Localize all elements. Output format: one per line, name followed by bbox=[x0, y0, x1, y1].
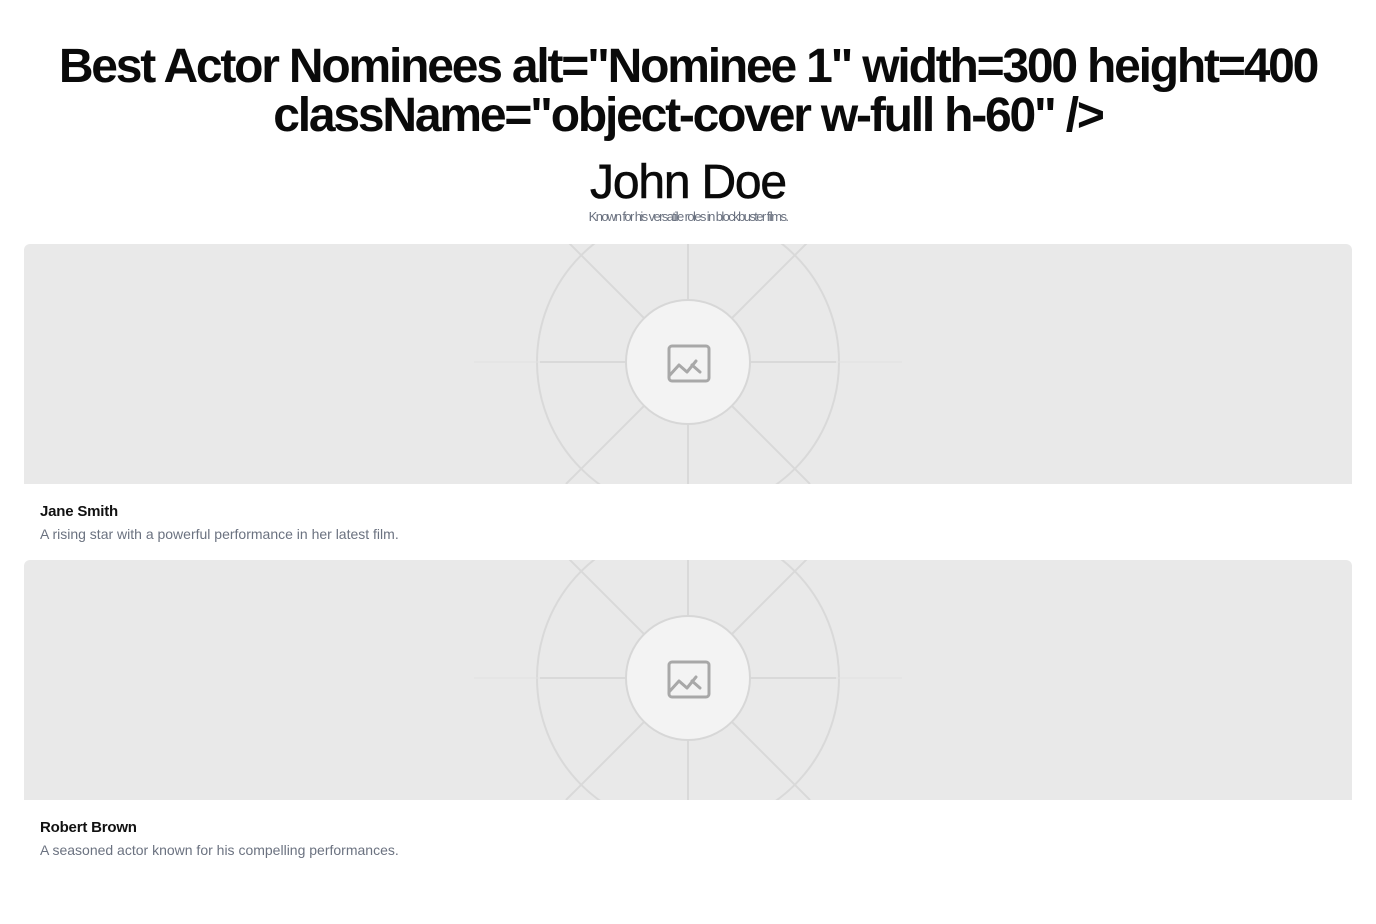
nominee-name: Robert Brown bbox=[40, 819, 137, 836]
nominee-name: Jane Smith bbox=[40, 503, 119, 520]
nominee-image-placeholder bbox=[24, 560, 1352, 800]
featured-nominee-name: John Doe bbox=[590, 156, 788, 210]
nominee-description: A seasoned actor known for his compellin… bbox=[40, 842, 399, 858]
page-title: Best Actor Nominees alt="Nominee 1" widt… bbox=[58, 40, 1320, 142]
nominee-image-placeholder bbox=[24, 244, 1352, 484]
nominee-description: A rising star with a powerful performanc… bbox=[40, 526, 399, 542]
image-placeholder-icon bbox=[474, 244, 902, 484]
nominee-card: Robert Brown A seasoned actor known for … bbox=[24, 560, 1352, 876]
image-placeholder-icon bbox=[474, 560, 902, 800]
nominee-card: Jane Smith A rising star with a powerful… bbox=[24, 244, 1352, 560]
featured-nominee-description: Known for his versatile roles in blockbu… bbox=[588, 209, 789, 224]
page: Best Actor Nominees alt="Nominee 1" widt… bbox=[0, 0, 1376, 924]
